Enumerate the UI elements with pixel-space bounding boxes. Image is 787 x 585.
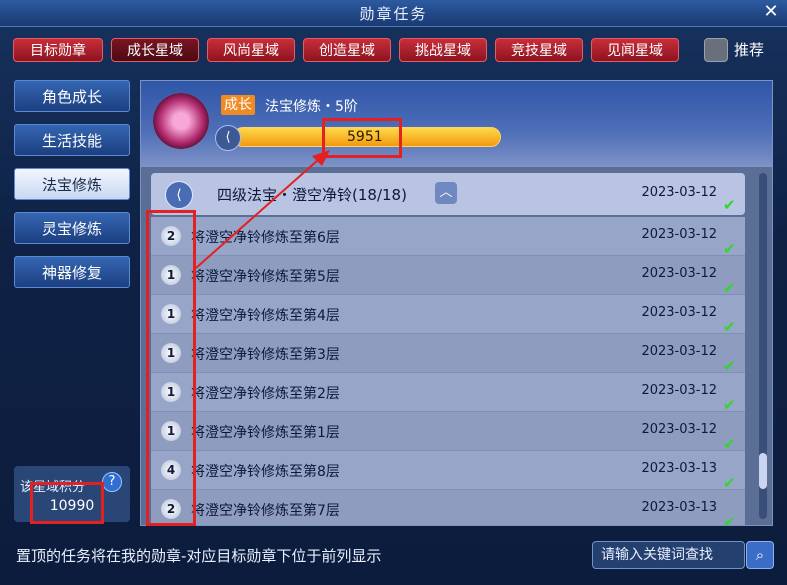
task-text: 将澄空净铃修炼至第4层: [191, 308, 340, 324]
list-item[interactable]: 1 将澄空净铃修炼至第3层 2023-03-12 ✔: [151, 334, 745, 375]
tab-growth[interactable]: 成长星域: [111, 38, 199, 62]
share-icon[interactable]: ⟨: [215, 125, 241, 151]
help-icon[interactable]: ?: [102, 472, 122, 492]
progress-highlight-box: [322, 118, 402, 158]
tab-fashion[interactable]: 风尚星域: [207, 38, 295, 62]
task-date: 2023-03-13: [641, 500, 717, 515]
task-text: 将澄空净铃修炼至第6层: [191, 230, 340, 246]
search-icon[interactable]: ⌕: [746, 541, 774, 569]
task-group-header[interactable]: ⟨ 四级法宝・澄空净铃(18/18) ︿ 2023-03-12 ✔: [151, 173, 745, 215]
task-date: 2023-03-12: [641, 227, 717, 242]
task-text: 将澄空净铃修炼至第1层: [191, 425, 340, 441]
list-item[interactable]: 2 将澄空净铃修炼至第7层 2023-03-13 ✔: [151, 490, 745, 526]
sidebar-item-role-growth[interactable]: 角色成长: [14, 80, 130, 112]
stage-title: 法宝修炼・5阶: [265, 99, 358, 115]
footer-note: 置顶的任务将在我的勋章-对应目标勋章下位于前列显示: [16, 547, 382, 565]
group-title: 四级法宝・澄空净铃(18/18): [217, 186, 407, 204]
scrollbar-thumb[interactable]: [759, 453, 767, 489]
tab-create[interactable]: 创造星域: [303, 38, 391, 62]
tab-explore[interactable]: 见闻星域: [591, 38, 679, 62]
search-input[interactable]: 请输入关键词查找: [592, 541, 745, 569]
task-panel: 成长 法宝修炼・5阶 ⟨ 5951 ⟨ 四级法宝・澄空净铃(18/18) ︿ 2…: [140, 80, 773, 526]
panel-header: 成长 法宝修炼・5阶 ⟨ 5951: [141, 81, 772, 167]
task-text: 将澄空净铃修炼至第3层: [191, 347, 340, 363]
task-window: 勋章任务 ✕ 目标勋章 成长星域 风尚星域 创造星域 挑战星域 竞技星域 见闻星…: [0, 0, 787, 585]
list-item[interactable]: 2 将澄空净铃修炼至第6层 2023-03-12 ✔: [151, 217, 745, 258]
sidebar-item-treasure-training[interactable]: 法宝修炼: [14, 168, 130, 200]
tab-target-medal[interactable]: 目标勋章: [13, 38, 103, 62]
task-text: 将澄空净铃修炼至第5层: [191, 269, 340, 285]
tab-challenge[interactable]: 挑战星域: [399, 38, 487, 62]
tab-arena[interactable]: 竞技星域: [495, 38, 583, 62]
points-highlight-box: [30, 482, 104, 524]
check-icon: ✔: [723, 318, 736, 336]
list-item[interactable]: 1 将澄空净铃修炼至第2层 2023-03-12 ✔: [151, 373, 745, 414]
list-item[interactable]: 1 将澄空净铃修炼至第4层 2023-03-12 ✔: [151, 295, 745, 336]
task-text: 将澄空净铃修炼至第8层: [191, 464, 340, 480]
check-icon: ✔: [723, 396, 736, 414]
list-item[interactable]: 4 将澄空净铃修炼至第8层 2023-03-13 ✔: [151, 451, 745, 492]
task-text: 将澄空净铃修炼至第7层: [191, 503, 340, 519]
treasure-emblem-icon: [153, 93, 209, 149]
share-icon[interactable]: ⟨: [165, 181, 193, 209]
check-icon: ✔: [723, 513, 736, 526]
group-date: 2023-03-12: [641, 185, 717, 200]
recommend-label: 推荐: [734, 41, 765, 59]
check-icon: ✔: [723, 474, 736, 492]
task-date: 2023-03-12: [641, 383, 717, 398]
sidebar-item-spirit-training[interactable]: 灵宝修炼: [14, 212, 130, 244]
task-date: 2023-03-12: [641, 305, 717, 320]
task-date: 2023-03-13: [641, 461, 717, 476]
count-column-highlight-box: [146, 210, 196, 526]
check-icon: ✔: [723, 240, 736, 258]
check-icon: ✔: [723, 435, 736, 453]
growth-badge: 成长: [221, 95, 255, 115]
check-icon: ✔: [723, 357, 736, 375]
title-bar: 勋章任务 ✕: [0, 0, 787, 27]
scrollbar[interactable]: [759, 173, 767, 519]
window-title: 勋章任务: [359, 5, 428, 23]
list-item[interactable]: 1 将澄空净铃修炼至第1层 2023-03-12 ✔: [151, 412, 745, 453]
sidebar-item-artifact-repair[interactable]: 神器修复: [14, 256, 130, 288]
task-text: 将澄空净铃修炼至第2层: [191, 386, 340, 402]
task-list: 2 将澄空净铃修炼至第6层 2023-03-12 ✔ 1 将澄空净铃修炼至第5层…: [141, 217, 772, 526]
close-icon[interactable]: ✕: [761, 2, 781, 22]
task-date: 2023-03-12: [641, 422, 717, 437]
check-icon: ✔: [723, 279, 736, 297]
sidebar-item-life-skill[interactable]: 生活技能: [14, 124, 130, 156]
recommend-checkbox[interactable]: [704, 38, 728, 62]
collapse-icon[interactable]: ︿: [435, 182, 457, 204]
task-date: 2023-03-12: [641, 344, 717, 359]
check-icon: ✔: [723, 196, 736, 214]
task-date: 2023-03-12: [641, 266, 717, 281]
list-item[interactable]: 1 将澄空净铃修炼至第5层 2023-03-12 ✔: [151, 256, 745, 297]
